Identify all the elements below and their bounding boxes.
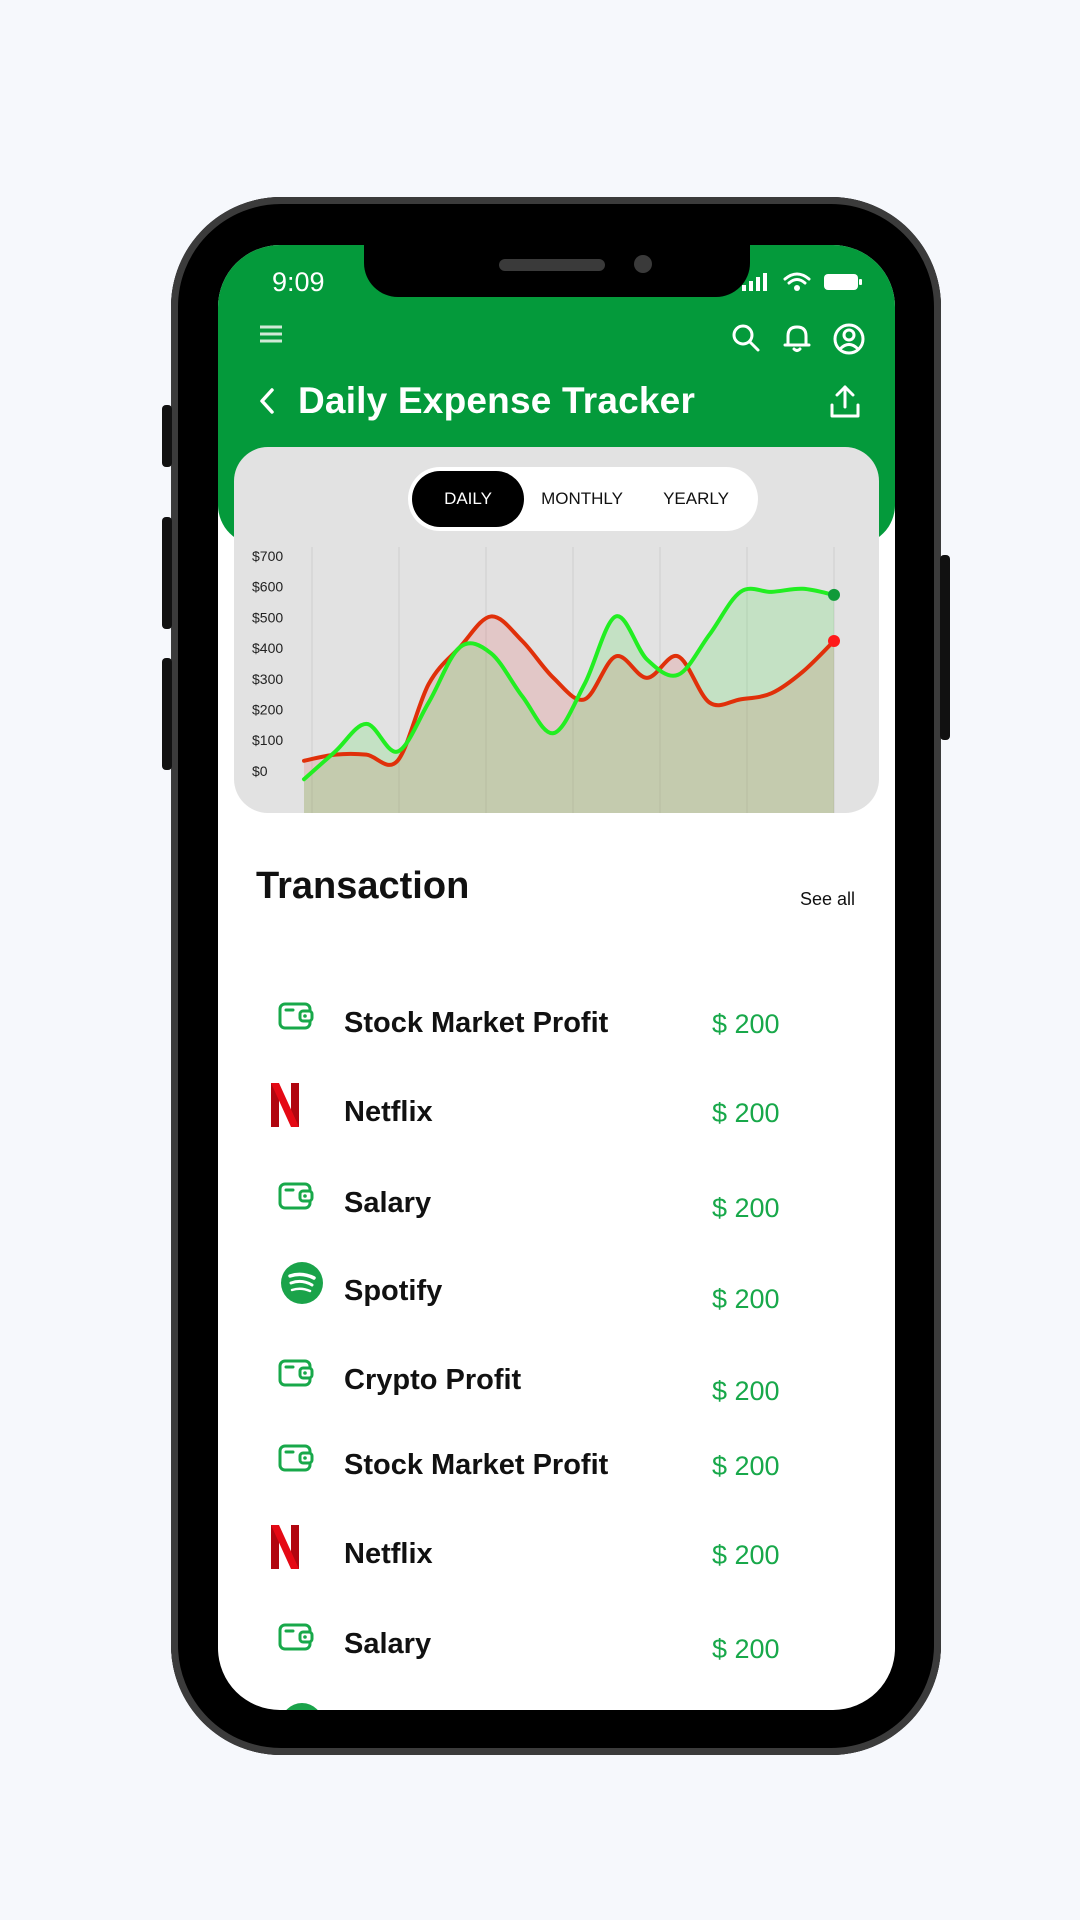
transaction-amount: $ 200 <box>712 1193 780 1223</box>
transaction-amount: $ 200 <box>712 1540 780 1570</box>
see-all-link[interactable]: See all <box>800 889 855 910</box>
battery-icon <box>824 274 862 290</box>
transaction-name: Stock Market Profit <box>344 1007 609 1039</box>
transaction-name: Spotify <box>344 1275 443 1307</box>
series-end-marker <box>828 588 840 601</box>
share-upload-icon[interactable] <box>829 385 861 419</box>
y-tick-label: $400 <box>252 640 283 656</box>
netflix-icon <box>270 1524 300 1575</box>
transaction-amount: $ 200 <box>712 1634 780 1664</box>
search-icon[interactable] <box>731 323 761 353</box>
wallet-icon <box>278 1443 314 1478</box>
signal-icon <box>742 273 767 291</box>
y-tick-label: $100 <box>252 732 283 748</box>
transaction-row[interactable]: Stock Market Profit $ 200 <box>218 1429 895 1509</box>
transaction-row[interactable]: Salary $ 200 <box>218 1608 895 1688</box>
transaction-name: Stock Market Profit <box>344 1449 609 1481</box>
transaction-amount: $ 200 <box>712 1376 780 1406</box>
transaction-name: Salary <box>344 1628 432 1660</box>
spotify-icon <box>280 1261 324 1310</box>
wallet-icon <box>278 1181 314 1216</box>
transaction-amount: $ 200 <box>712 1098 780 1128</box>
transactions-title: Transaction <box>256 865 470 907</box>
transaction-row[interactable]: Crypto Profit $ 200 <box>218 1344 895 1424</box>
y-tick-label: $700 <box>252 548 283 564</box>
transaction-row[interactable]: Spotify$ 200 <box>218 1696 895 1710</box>
period-toggle: DAILY MONTHLY YEARLY <box>408 467 758 531</box>
toggle-daily[interactable]: DAILY <box>412 471 524 527</box>
netflix-icon <box>270 1082 300 1133</box>
wallet-icon <box>278 1001 314 1036</box>
volume-up-button <box>162 517 172 629</box>
transaction-name: Crypto Profit <box>344 1364 522 1396</box>
transaction-amount: $ 200 <box>712 1284 780 1314</box>
status-icons <box>741 271 863 293</box>
front-camera <box>634 255 652 273</box>
mute-switch <box>162 405 172 467</box>
series-end-marker <box>828 635 840 647</box>
transaction-amount: $ 200 <box>712 1451 780 1481</box>
transaction-row[interactable]: Netflix $ 200 <box>218 1076 895 1156</box>
bell-icon[interactable] <box>783 323 811 353</box>
transaction-row[interactable]: Spotify $ 200 <box>218 1255 895 1335</box>
wifi-icon <box>783 272 811 291</box>
wallet-icon <box>278 1622 314 1657</box>
y-tick-label: $300 <box>252 671 283 687</box>
power-button <box>940 555 950 740</box>
status-time: 9:09 <box>272 267 325 297</box>
chart-card: $700 $600 $500 $400 $300 $200 $100 $0 DAILY MON… <box>234 447 879 813</box>
transaction-name: Salary <box>344 1187 432 1219</box>
title-row: Daily Expense Tracker <box>258 380 695 422</box>
profile-icon[interactable] <box>833 323 865 355</box>
menu-icon[interactable] <box>258 323 284 345</box>
y-tick-label: $600 <box>252 579 283 595</box>
toggle-monthly[interactable]: MONTHLY <box>526 471 638 527</box>
phone-screen: 9:09 Daily Expense Tracker $700 $600 $50… <box>218 245 895 1710</box>
transaction-amount: $ 200 <box>712 1009 780 1039</box>
spotify-icon <box>280 1702 324 1710</box>
toggle-yearly[interactable]: YEARLY <box>640 471 752 527</box>
y-tick-label: $500 <box>252 609 283 625</box>
notch <box>364 245 750 297</box>
transaction-name: Netflix <box>344 1538 433 1570</box>
page-title: Daily Expense Tracker <box>298 380 696 421</box>
header-actions <box>731 323 865 355</box>
transaction-row[interactable]: Salary $ 200 <box>218 1167 895 1247</box>
y-tick-label: $0 <box>252 763 268 779</box>
wallet-icon <box>278 1358 314 1393</box>
transaction-row[interactable]: Stock Market Profit $ 200 <box>218 987 895 1067</box>
y-tick-label: $200 <box>252 702 283 718</box>
volume-down-button <box>162 658 172 770</box>
back-arrow-icon[interactable] <box>258 387 276 415</box>
speaker <box>499 259 605 271</box>
transaction-row[interactable]: Netflix $ 200 <box>218 1518 895 1598</box>
transaction-name: Netflix <box>344 1096 433 1128</box>
